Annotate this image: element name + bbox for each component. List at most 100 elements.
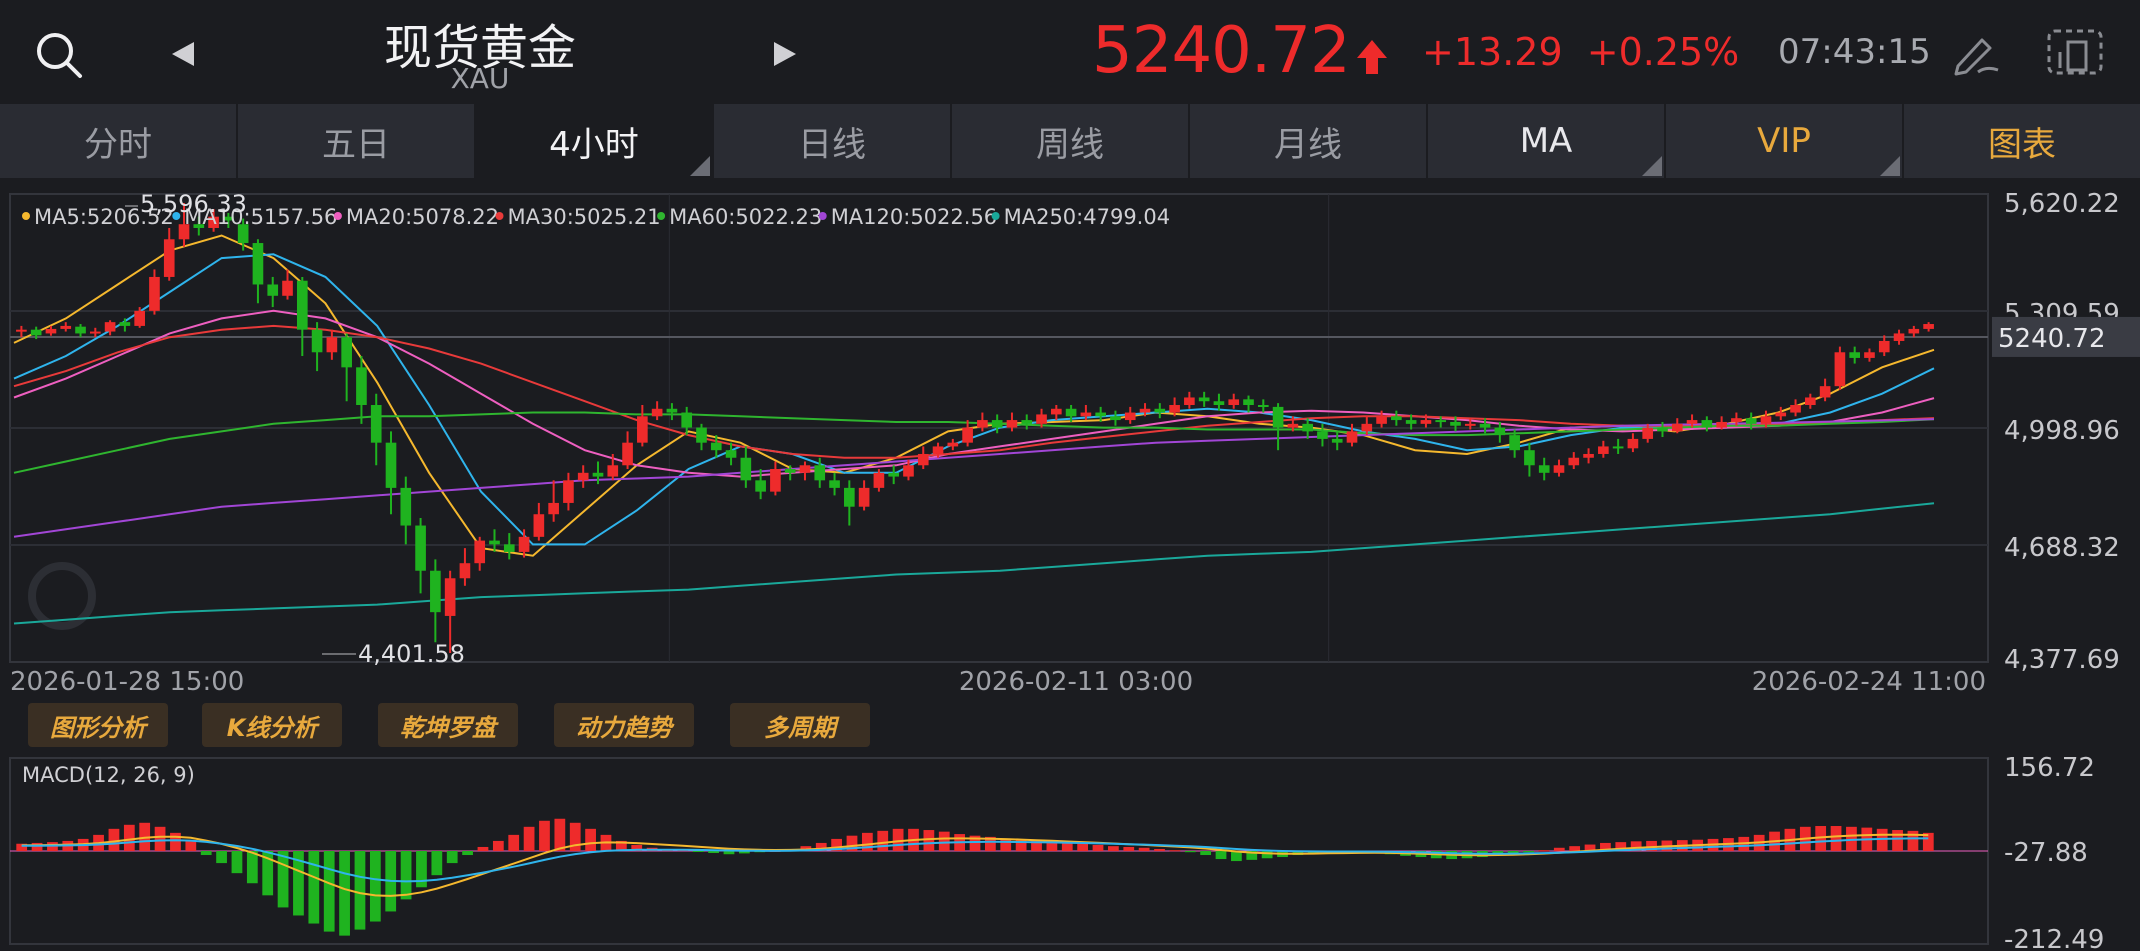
candle-body <box>1391 416 1402 421</box>
candle-body <box>1080 412 1092 417</box>
macd-histogram-bar <box>200 850 212 856</box>
macd-histogram-bar <box>1077 843 1089 851</box>
candle-body <box>1243 399 1254 406</box>
high-price-label: 5,596.33 <box>140 190 247 218</box>
macd-histogram-bar <box>1569 846 1581 851</box>
candle-body <box>1228 399 1240 406</box>
macd-histogram-bar <box>1523 850 1534 853</box>
tab-five-day[interactable]: 五日 <box>238 104 476 178</box>
candle-body <box>1095 412 1106 417</box>
prev-arrow-icon[interactable] <box>170 40 196 68</box>
candle-body <box>1257 405 1269 408</box>
tool-pattern-analysis[interactable]: 图形分析 <box>28 703 168 747</box>
legend-dot <box>22 212 30 220</box>
macd-histogram-bar <box>1108 846 1119 851</box>
candle-body <box>444 578 456 616</box>
tab-chart[interactable]: 图表 <box>1904 104 2140 178</box>
tool-multi-period[interactable]: 多周期 <box>730 703 870 747</box>
macd-histogram-bar <box>216 850 227 864</box>
candle-body <box>932 446 944 454</box>
macd-histogram-bar <box>938 831 950 851</box>
macd-histogram-bar <box>1261 850 1273 859</box>
legend-dot <box>333 212 342 220</box>
tab-label: VIP <box>1757 121 1811 161</box>
candle-body <box>1169 405 1180 413</box>
macd-histogram-bar <box>1553 847 1565 851</box>
candle-body <box>696 427 707 443</box>
tab-label: 月线 <box>1274 124 1342 165</box>
pencil-icon[interactable] <box>1952 30 2002 76</box>
candle-body <box>917 453 929 466</box>
candle-body <box>326 337 338 353</box>
macd-histogram-bar <box>554 818 566 851</box>
dropdown-corner-icon <box>1880 156 1900 176</box>
candlestick-chart[interactable]: 5,620.225,309.594,998.964,688.324,377.69… <box>0 178 2140 698</box>
candle-body <box>725 450 737 458</box>
candle-body <box>489 540 500 545</box>
dropdown-corner-icon <box>1642 156 1662 176</box>
tab-weekly[interactable]: 周线 <box>952 104 1190 178</box>
candle-body <box>607 465 619 477</box>
candle-body <box>829 480 840 488</box>
macd-histogram-bar <box>123 824 135 851</box>
candle-body <box>991 420 1003 428</box>
macd-histogram-bar <box>277 850 289 908</box>
candle-body <box>1464 423 1476 426</box>
tab-4-hour[interactable]: 4小时 <box>476 104 714 178</box>
candle-body <box>104 322 116 332</box>
macd-histogram-bar <box>1892 830 1903 851</box>
macd-histogram-bar <box>446 850 458 864</box>
candle-body <box>89 331 101 334</box>
macd-histogram-bar <box>508 834 520 851</box>
candle-body <box>1524 450 1535 466</box>
candle-body <box>1420 420 1432 424</box>
candle-body <box>1479 423 1491 428</box>
candle-body <box>1834 352 1846 387</box>
macd-histogram-bar <box>692 850 704 852</box>
tool-momentum-trend[interactable]: 动力趋势 <box>554 703 694 747</box>
candle-body <box>267 284 279 296</box>
candle-body <box>149 276 160 311</box>
candle-body <box>1065 408 1077 417</box>
candle-body <box>814 465 826 481</box>
candle-body <box>1036 414 1047 424</box>
macd-histogram-bar <box>1538 850 1550 852</box>
macd-histogram-bar <box>1154 848 1165 851</box>
candle-body <box>1538 465 1550 473</box>
candle-body <box>75 326 86 334</box>
search-icon[interactable] <box>34 30 84 80</box>
candle-body <box>311 329 323 353</box>
candle-body <box>770 469 781 492</box>
candle-body <box>755 480 766 492</box>
tab-label: 周线 <box>1036 124 1104 165</box>
candle-body <box>1775 412 1787 417</box>
candle-body <box>119 322 131 326</box>
macd-histogram-bar <box>877 830 889 851</box>
tab-minute[interactable]: 分时 <box>0 104 238 178</box>
macd-histogram-bar <box>477 846 489 851</box>
header-bar: 现货黄金 XAU 5240.72 +13.29 +0.25% 07:43:15 <box>0 0 2140 104</box>
tab-monthly[interactable]: 月线 <box>1190 104 1428 178</box>
tool-kline-analysis[interactable]: K线分析 <box>202 703 342 747</box>
ma-line-ma250 <box>13 502 1935 625</box>
tab-label: MA <box>1519 121 1573 161</box>
screen-switch-icon[interactable] <box>2046 28 2104 76</box>
period-tabs: 分时 五日 4小时 日线 周线 月线 MA VIP 图表 <box>0 104 2140 178</box>
macd-histogram-bar <box>1184 850 1196 853</box>
candle-body <box>1568 457 1580 466</box>
instrument-code: XAU <box>450 62 510 95</box>
x-axis-label: 2026-02-24 11:00 <box>1752 667 1986 697</box>
tool-compass[interactable]: 乾坤罗盘 <box>378 703 518 747</box>
candle-body <box>710 442 722 451</box>
macd-histogram-bar <box>923 830 935 851</box>
next-arrow-icon[interactable] <box>772 40 798 68</box>
candle-body <box>1435 420 1447 423</box>
candle-body <box>1923 324 1934 329</box>
candle-body <box>503 544 515 552</box>
macd-chart[interactable]: 156.72 -27.88 -212.49 MACD(12, 26, 9) <box>0 748 2140 951</box>
tab-ma[interactable]: MA <box>1428 104 1666 178</box>
tab-vip[interactable]: VIP <box>1666 104 1904 178</box>
tab-daily[interactable]: 日线 <box>714 104 952 178</box>
legend-dot <box>991 212 1000 220</box>
candle-body <box>1716 421 1727 428</box>
